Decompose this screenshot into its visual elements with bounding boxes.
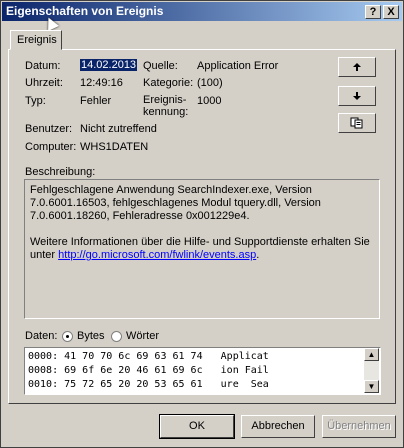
apply-button[interactable]: Übernehmen	[322, 415, 396, 438]
ok-button[interactable]: OK	[159, 414, 235, 439]
scroll-down-icon[interactable]: ▼	[364, 380, 379, 393]
type-label: Typ:	[25, 95, 46, 107]
words-radio-label[interactable]: Wörter	[126, 330, 159, 342]
description-box[interactable]: Fehlgeschlagene Anwendung SearchIndexer.…	[24, 179, 380, 319]
source-label: Quelle:	[143, 60, 178, 72]
previous-event-button[interactable]	[338, 57, 376, 77]
event-properties-window: Eigenschaften von Ereignis ? X Ereignis …	[0, 0, 404, 448]
source-value: Application Error	[197, 60, 279, 72]
copy-button[interactable]	[338, 113, 376, 133]
description-label: Beschreibung:	[25, 166, 96, 178]
scroll-up-icon[interactable]: ▲	[364, 348, 379, 361]
computer-label: Computer:	[25, 141, 77, 153]
user-value: Nicht zutreffend	[80, 123, 157, 135]
next-event-button[interactable]	[338, 86, 376, 106]
category-value: (100)	[197, 77, 223, 89]
description-line-5-prefix: unter	[30, 249, 59, 261]
support-link[interactable]: http://go.microsoft.com/fwlink/events.as…	[58, 249, 256, 261]
hex-scrollbar[interactable]: ▲ ▼	[364, 348, 379, 393]
description-line-5-suffix: .	[256, 249, 260, 261]
bytes-radio[interactable]	[62, 331, 73, 342]
help-button[interactable]: ?	[365, 5, 381, 19]
date-value[interactable]: 14.02.2013	[80, 59, 138, 71]
event-id-label-2: kennung:	[143, 106, 189, 118]
cancel-button[interactable]: Abbrechen	[241, 415, 315, 438]
hex-row: 0000: 41 70 70 6c 69 63 61 74 Applicat	[28, 351, 269, 362]
data-label: Daten:	[25, 330, 58, 342]
hex-row: 0010: 75 72 65 20 20 53 65 61 ure Sea	[28, 379, 269, 390]
description-line-3: 7.0.6001.18260, Fehleradresse 0x001229e4…	[30, 210, 250, 222]
date-label: Datum:	[25, 60, 61, 72]
arrow-down-icon	[353, 92, 361, 100]
type-value: Fehler	[80, 95, 112, 107]
computer-value: WHS1DATEN	[80, 141, 149, 153]
description-line-1: Fehlgeschlagene Anwendung SearchIndexer.…	[30, 184, 312, 196]
time-value: 12:49:16	[80, 77, 123, 89]
words-radio[interactable]	[111, 331, 122, 342]
data-hex-view[interactable]: 0000: 41 70 70 6c 69 63 61 74 Applicat 0…	[24, 347, 381, 395]
close-button[interactable]: X	[383, 5, 399, 19]
title-bar[interactable]: Eigenschaften von Ereignis ? X	[2, 2, 402, 21]
window-title: Eigenschaften von Ereignis	[6, 4, 164, 18]
event-id-label-1: Ereignis-	[143, 94, 187, 106]
hex-row: 0008: 69 6f 6e 20 46 61 69 6c ion Fail	[28, 365, 269, 376]
category-label: Kategorie:	[143, 77, 194, 89]
copy-icon	[350, 117, 363, 129]
description-line-2: 7.0.6001.16503, fehlgeschlagenes Modul t…	[30, 197, 321, 209]
bytes-radio-label[interactable]: Bytes	[77, 330, 105, 342]
user-label: Benutzer:	[25, 123, 73, 135]
event-id-value: 1000	[197, 95, 222, 107]
time-label: Uhrzeit:	[25, 77, 63, 89]
description-line-4: Weitere Informationen über die Hilfe- un…	[30, 236, 370, 248]
description-line-5: unter http://go.microsoft.com/fwlink/eve…	[30, 249, 374, 262]
tab-ereignis[interactable]: Ereignis	[10, 30, 62, 50]
arrow-up-icon	[353, 63, 361, 71]
